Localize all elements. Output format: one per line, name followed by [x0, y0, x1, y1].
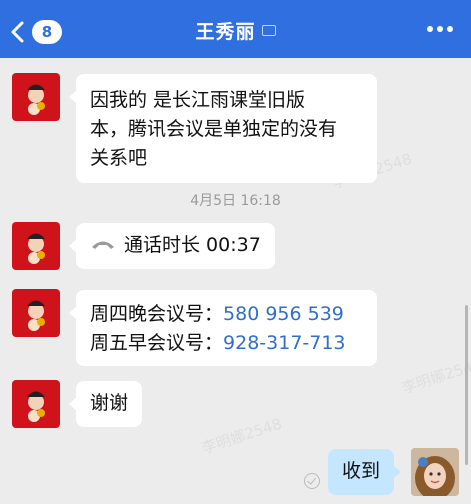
message-text: 收到: [342, 460, 381, 482]
scrollbar[interactable]: [465, 305, 468, 465]
my-avatar[interactable]: [411, 448, 459, 496]
chat-header: 8 王秀丽: [0, 0, 471, 58]
message-text: 本，腾讯会议是单独定的没有: [90, 118, 338, 140]
call-record-bubble[interactable]: 通话时长 00:37: [69, 223, 275, 269]
meeting-label: 周五早会议号：: [90, 332, 224, 354]
contact-avatar[interactable]: [12, 73, 60, 121]
contact-avatar[interactable]: [12, 289, 60, 337]
message-bubble[interactable]: 谢谢: [68, 381, 143, 427]
message-bubble[interactable]: 因我的 是长江雨课堂旧版 本，腾讯会议是单独定的没有 关系吧: [69, 74, 377, 183]
message-bubble[interactable]: 周四晚会议号：580 956 539 周五早会议号：928-317-713: [69, 290, 377, 366]
message-text: 因我的 是长江雨课堂旧版: [90, 89, 306, 111]
message-text: 谢谢: [90, 392, 129, 414]
meeting-label: 周四晚会议号：: [90, 303, 224, 325]
message-text: 关系吧: [90, 147, 148, 169]
chat-title[interactable]: 王秀丽: [0, 17, 471, 44]
device-icon: [261, 25, 276, 36]
meeting-id-link[interactable]: 580 956 539: [223, 303, 344, 325]
my-message-bubble[interactable]: 收到: [328, 449, 402, 495]
more-dots-icon: [427, 26, 433, 32]
phone-icon: [92, 241, 114, 249]
call-duration: 通话时长 00:37: [124, 234, 261, 256]
meeting-id-link[interactable]: 928-317-713: [223, 332, 346, 354]
read-check-icon: [304, 473, 320, 489]
contact-avatar[interactable]: [12, 380, 60, 428]
watermark: 李明娜2548: [399, 354, 471, 398]
contact-name: 王秀丽: [195, 21, 256, 43]
more-options-button[interactable]: [427, 26, 453, 32]
watermark: 李明娜2548: [199, 414, 285, 458]
timestamp: 4月5日 16:18: [190, 193, 281, 209]
contact-avatar[interactable]: [12, 222, 60, 270]
